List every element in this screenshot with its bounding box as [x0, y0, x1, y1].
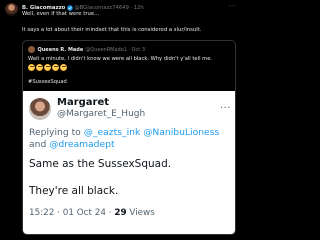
- embedded-body-line-2: They're all black.: [29, 185, 119, 197]
- post-text-line-2: It says a lot about their mindset that t…: [22, 27, 202, 33]
- post-timestamp[interactable]: 12h: [134, 5, 144, 11]
- hashtag-link[interactable]: #SussexSquad: [28, 79, 67, 85]
- embedded-body-line-1: Same as the SussexSquad.: [29, 158, 172, 170]
- mention-link: @dreamadept: [49, 139, 115, 150]
- grinning-face-icon: [60, 64, 67, 71]
- quoted-post-text: Wait a minute, I didn't know we were all…: [28, 56, 213, 62]
- quoted-post-card[interactable]: Queens R. Made @QueenRMade1 · Oct 3 Wait…: [22, 40, 236, 235]
- mention-link: @_eazts_ink: [83, 127, 141, 138]
- author-handle[interactable]: @BGiacomazz74649: [74, 5, 129, 11]
- quoted-post-timestamp: Oct 3: [131, 46, 146, 53]
- embedded-more-icon: ···: [219, 103, 231, 114]
- grinning-face-icon: [36, 64, 43, 71]
- reply-prefix: Replying to: [29, 127, 81, 138]
- quoted-author-avatar: [28, 46, 35, 53]
- author-avatar[interactable]: [5, 3, 18, 16]
- embedded-views-count: 29: [114, 208, 127, 218]
- mention-link: @NanibuLioness: [143, 127, 220, 138]
- separator-dot: ·: [130, 4, 133, 11]
- grinning-face-icon: [52, 64, 59, 71]
- grinning-face-icon: [28, 64, 35, 71]
- post-text-line-1: Well, even if that were true...: [22, 11, 100, 17]
- embedded-timestamp: 15:22 · 01 Oct 24 ·: [29, 208, 115, 218]
- emoji-row: [28, 64, 67, 71]
- author-name[interactable]: B. Giacomazzo: [22, 5, 65, 11]
- embedded-author-handle: @Margaret_E_Hugh: [57, 109, 146, 119]
- more-options-icon[interactable]: ···: [229, 3, 236, 10]
- quoted-author-name: Queens R. Made: [37, 46, 84, 53]
- quoted-author-handle: @QueenRMade1: [85, 46, 127, 53]
- quoted-post-header: Queens R. Made @QueenRMade1 · Oct 3: [28, 45, 145, 54]
- embedded-reply-line: Replying to @_eazts_ink @NanibuLioness a…: [29, 127, 233, 151]
- grinning-face-icon: [44, 64, 51, 71]
- embedded-meta-line: 15:22 · 01 Oct 24 · 29 Views: [29, 208, 155, 218]
- embedded-tweet-screenshot: Margaret @Margaret_E_Hugh ··· Replying t…: [23, 91, 235, 234]
- embedded-author-avatar: [29, 98, 51, 120]
- embedded-views-label: Views: [126, 208, 155, 218]
- reply-and-word: and: [29, 139, 47, 150]
- verified-badge-icon: [67, 4, 73, 11]
- quoted-separator-dot: ·: [128, 46, 131, 53]
- post-container: B. Giacomazzo @BGiacomazz74649 · 12h ···…: [0, 0, 240, 240]
- embedded-author-name: Margaret: [57, 97, 110, 108]
